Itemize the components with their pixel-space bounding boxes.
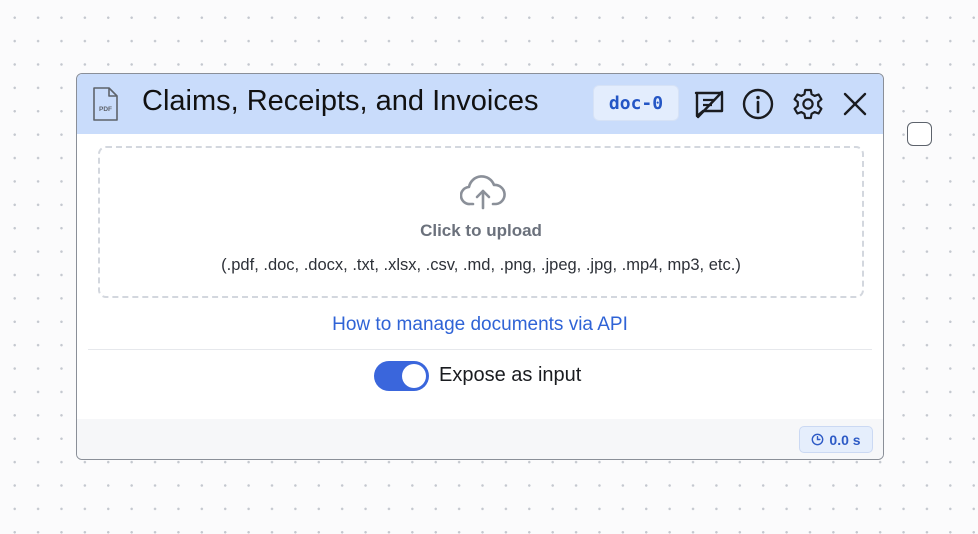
expose-as-input-label: Expose as input	[439, 364, 582, 386]
runtime-badge: 0.0 s	[799, 426, 873, 453]
expose-as-input-toggle[interactable]	[374, 361, 429, 391]
pdf-file-icon: PDF	[93, 87, 118, 121]
info-icon[interactable]	[741, 87, 775, 121]
output-handle[interactable]	[907, 122, 932, 146]
document-node: PDF Claims, Receipts, and Invoices doc-0	[76, 73, 884, 460]
node-id-badge[interactable]: doc-0	[593, 85, 679, 121]
upload-cloud-icon	[460, 175, 506, 210]
toggle-knob	[402, 364, 426, 388]
upload-label: Click to upload	[420, 221, 542, 240]
gear-icon[interactable]	[791, 87, 825, 121]
upload-file-types: (.pdf, .doc, .docx, .txt, .xlsx, .csv, .…	[221, 256, 741, 274]
api-docs-link[interactable]: How to manage documents via API	[77, 314, 883, 336]
clock-icon	[812, 433, 824, 446]
upload-dropzone[interactable]: Click to upload (.pdf, .doc, .docx, .txt…	[98, 146, 864, 298]
divider	[88, 349, 872, 350]
node-header: PDF Claims, Receipts, and Invoices doc-0	[77, 74, 883, 134]
close-icon[interactable]	[838, 87, 872, 121]
runtime-value: 0.0 s	[829, 431, 861, 448]
node-title: Claims, Receipts, and Invoices	[142, 85, 539, 117]
comment-off-icon[interactable]	[692, 87, 726, 121]
node-footer: 0.0 s	[77, 419, 883, 459]
pdf-file-icon-label: PDF	[99, 106, 112, 113]
